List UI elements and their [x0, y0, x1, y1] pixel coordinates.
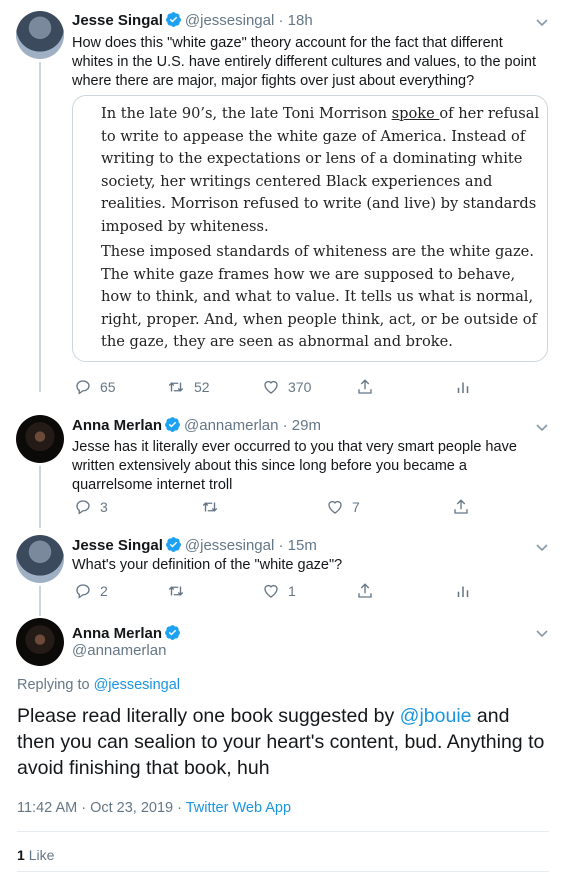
like-count: 1: [288, 583, 296, 599]
author-name[interactable]: Jesse Singal: [72, 12, 163, 29]
analytics-button[interactable]: [454, 378, 472, 396]
author-handle[interactable]: @annamerlan: [184, 417, 278, 434]
like-button[interactable]: 7: [326, 498, 360, 516]
retweet-icon: [168, 382, 184, 392]
heart-icon: [328, 500, 342, 514]
tweet-text: What's your definition of the "white gaz…: [72, 557, 343, 573]
share-icon: [358, 583, 372, 598]
timestamp[interactable]: 11:42 AM · Oct 23, 2019 ·: [17, 800, 186, 816]
quote-link[interactable]: spoke: [392, 105, 440, 122]
retweet-button[interactable]: [166, 582, 186, 600]
reply-icon: [76, 500, 90, 515]
like-count: 7: [352, 499, 360, 515]
replying-to: Replying to @jessesingal: [17, 677, 181, 693]
replying-to-link[interactable]: @jessesingal: [94, 677, 180, 693]
author-name[interactable]: Jesse Singal: [72, 537, 163, 554]
client-link[interactable]: Twitter Web App: [186, 800, 291, 816]
share-button[interactable]: [356, 378, 374, 396]
tweet-text: How does this "white gaze" theory accoun…: [72, 35, 536, 89]
tweet-text: Jesse has it literally ever occurred to …: [72, 439, 517, 493]
author-name[interactable]: Anna Merlan: [72, 417, 162, 434]
main-tweet-text: Please read literally one book suggested…: [17, 705, 545, 779]
share-button[interactable]: [452, 498, 470, 516]
avatar[interactable]: [16, 11, 64, 59]
likes-stat[interactable]: 1 Like: [17, 847, 54, 863]
like-count: 370: [288, 379, 312, 395]
reply-button[interactable]: 3: [74, 498, 108, 516]
avatar[interactable]: [16, 415, 64, 463]
analytics-icon: [457, 586, 469, 597]
divider: [17, 831, 549, 832]
verified-icon: [164, 624, 181, 645]
reply-icon: [76, 380, 90, 395]
verified-icon: [164, 416, 181, 437]
divider: [17, 871, 549, 872]
tweet-header: Jesse Singal @jessesingal · 15m: [72, 536, 317, 557]
share-button[interactable]: [356, 582, 374, 600]
analytics-icon: [457, 382, 469, 393]
chevron-down-icon[interactable]: [535, 420, 549, 434]
reply-count: 2: [100, 583, 108, 599]
author-handle[interactable]: @jessesingal: [185, 537, 274, 554]
thread-line: [39, 466, 41, 528]
tweet-meta: 11:42 AM · Oct 23, 2019 · Twitter Web Ap…: [17, 800, 291, 816]
tweet-header: Jesse Singal @jessesingal · 18h: [72, 11, 313, 32]
like-button[interactable]: 1: [262, 582, 296, 600]
retweet-button[interactable]: [200, 498, 220, 516]
retweet-button[interactable]: 52: [166, 378, 210, 396]
author-handle[interactable]: @annamerlan: [72, 642, 166, 659]
analytics-button[interactable]: [454, 582, 472, 600]
quote-paragraph-2: These imposed standards of whiteness are…: [101, 243, 537, 351]
reply-button[interactable]: 2: [74, 582, 108, 600]
reply-count: 65: [100, 379, 116, 395]
retweet-icon: [168, 586, 184, 596]
like-button[interactable]: 370: [262, 378, 311, 396]
reply-count: 3: [100, 499, 108, 515]
tweet-header: Anna Merlan @annamerlan · 29m: [72, 416, 321, 437]
quote-paragraph-1: In the late 90’s, the late Toni Morrison…: [101, 105, 540, 235]
like-count: 1: [17, 847, 25, 863]
thread-line: [39, 62, 41, 392]
retweet-count: 52: [194, 379, 210, 395]
share-icon: [454, 499, 468, 514]
avatar[interactable]: [16, 535, 64, 583]
thread-line: [39, 586, 41, 616]
tweet-actions: 3 7: [72, 498, 548, 518]
tweet-time[interactable]: · 15m: [279, 537, 317, 554]
tweet-time[interactable]: · 18h: [279, 12, 313, 29]
quoted-image-card[interactable]: In the late 90’s, the late Toni Morrison…: [72, 95, 548, 362]
heart-icon: [264, 380, 278, 394]
verified-icon: [165, 536, 182, 557]
mention-link[interactable]: @jbouie: [400, 705, 472, 727]
author-handle[interactable]: @jessesingal: [185, 12, 274, 29]
tweet-actions: 65 52 370: [72, 378, 548, 398]
avatar[interactable]: [16, 618, 64, 666]
share-icon: [358, 379, 372, 394]
retweet-icon: [202, 502, 218, 512]
reply-button[interactable]: 65: [74, 378, 116, 396]
chevron-down-icon[interactable]: [535, 626, 549, 640]
chevron-down-icon[interactable]: [535, 540, 549, 554]
like-label: Like: [28, 847, 55, 863]
tweet-time[interactable]: · 29m: [283, 417, 321, 434]
reply-icon: [76, 584, 90, 599]
chevron-down-icon[interactable]: [535, 15, 549, 29]
verified-icon: [165, 11, 182, 32]
heart-icon: [264, 584, 278, 598]
tweet-actions: 2 1: [72, 582, 548, 602]
